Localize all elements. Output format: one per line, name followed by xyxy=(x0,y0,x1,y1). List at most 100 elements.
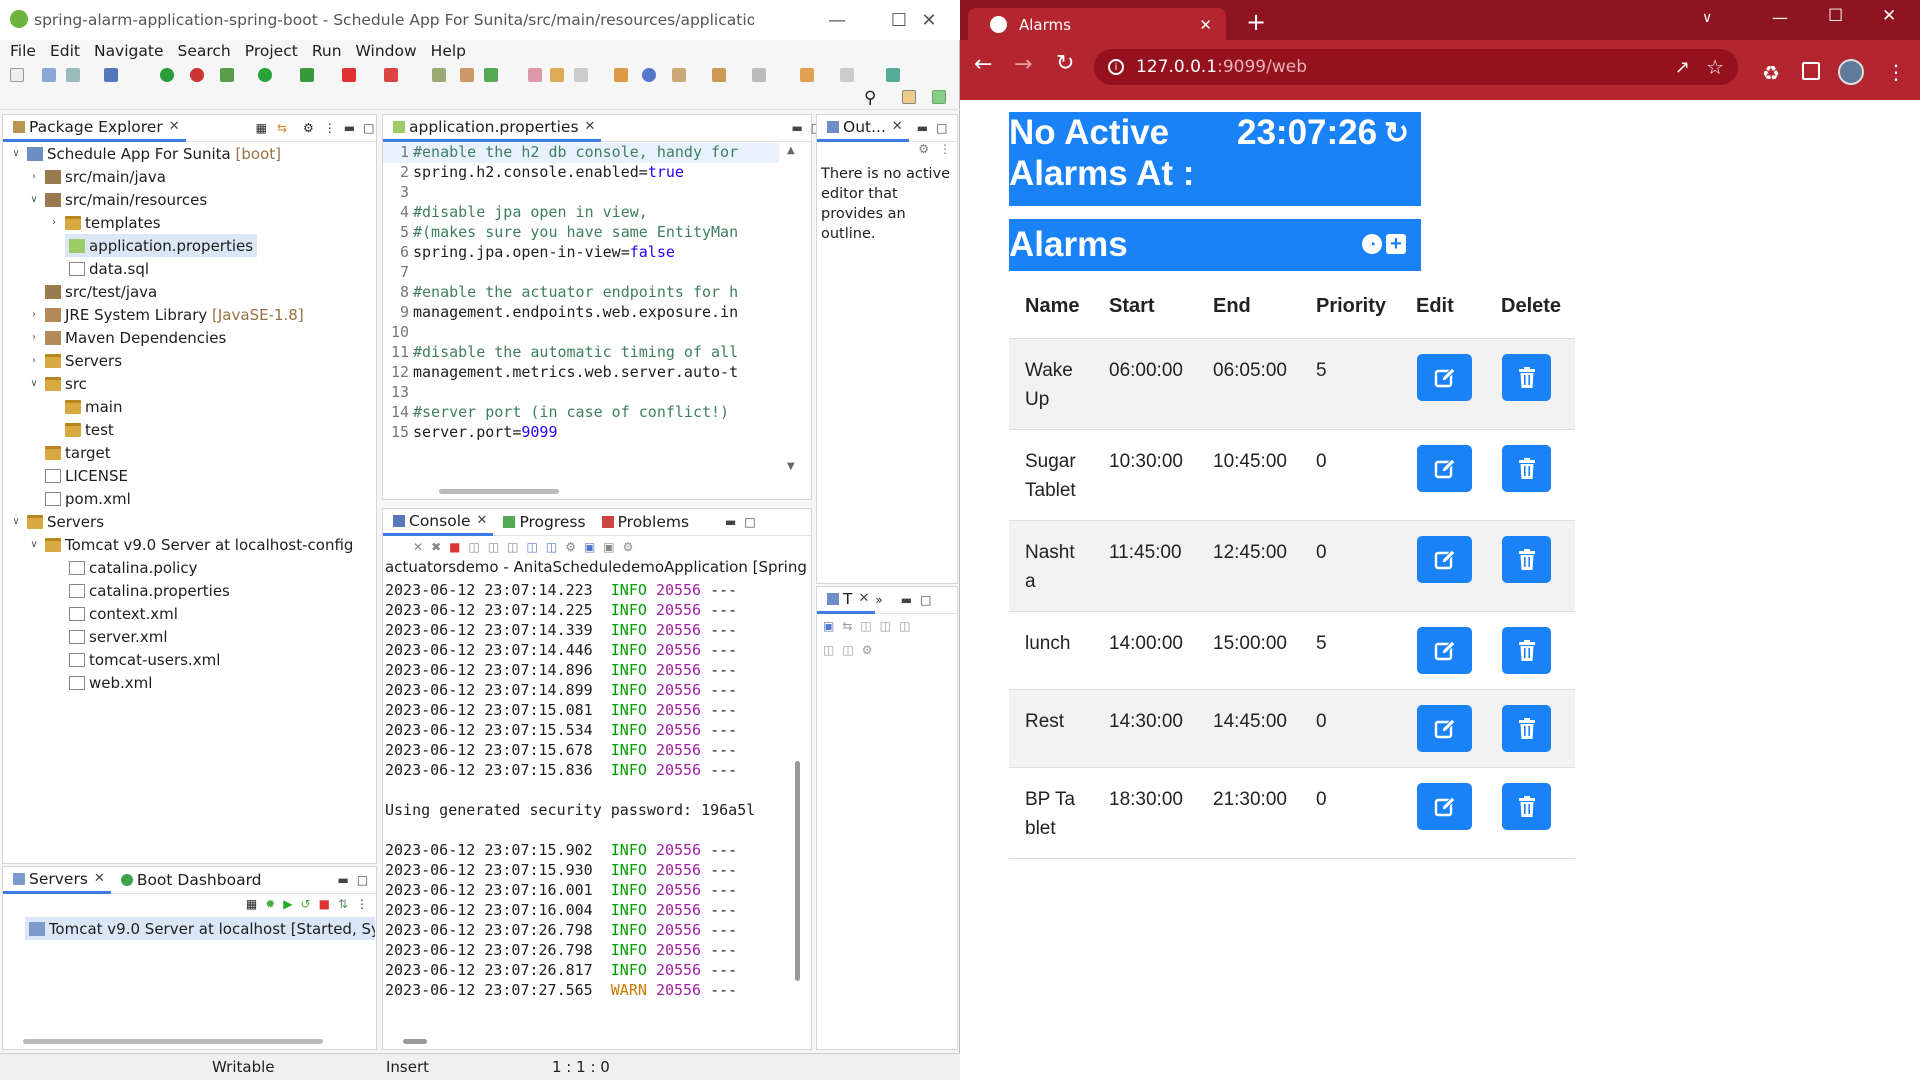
maximize-panel-icon[interactable]: □ xyxy=(744,515,755,529)
menu-help[interactable]: Help xyxy=(431,42,466,60)
menu-file[interactable]: File xyxy=(10,42,36,60)
menu-run[interactable]: Run xyxy=(312,42,342,60)
paste-icon[interactable]: ◫ xyxy=(880,619,891,633)
minimize-button[interactable]: — xyxy=(1772,8,1788,27)
minimize-panel-icon[interactable]: ▬ xyxy=(725,515,736,529)
relaunch-icon[interactable] xyxy=(190,68,204,82)
show-stderr-icon[interactable]: ◫ xyxy=(546,540,557,554)
minimize-panel-icon[interactable]: ▬ xyxy=(917,121,928,135)
link-editor-icon[interactable]: ⇆ xyxy=(277,121,287,135)
menu-project[interactable]: Project xyxy=(245,42,298,60)
scroll-down-icon[interactable]: ▼ xyxy=(787,461,795,472)
collapse-icon[interactable]: ▦ xyxy=(246,897,257,911)
delete-alarm-button[interactable] xyxy=(1502,445,1551,492)
bookmark-star-icon[interactable]: ☆ xyxy=(1706,55,1724,79)
settings-icon[interactable]: ⚙ xyxy=(918,142,929,162)
display-console-icon[interactable]: ▣ xyxy=(584,540,595,554)
tab-boot-dashboard[interactable]: Boot Dashboard xyxy=(111,867,268,894)
close-tab-icon[interactable]: ✕ xyxy=(892,119,903,134)
tab-application-properties[interactable]: application.properties ✕ xyxy=(383,115,602,142)
new-tab-button[interactable]: + xyxy=(1246,8,1266,36)
open-perspective-icon[interactable] xyxy=(902,90,916,104)
tree-item-catalina-policy[interactable]: catalina.policy xyxy=(65,556,197,579)
open-task-icon[interactable] xyxy=(550,68,564,82)
close-window-button[interactable]: ✕ xyxy=(1882,6,1896,26)
terminate-icon[interactable]: ■ xyxy=(449,540,460,554)
clock-icon[interactable]: ◔ xyxy=(1362,234,1382,254)
extensions-icon[interactable]: ♻ xyxy=(1762,61,1780,85)
wrap-icon[interactable]: ⇆ xyxy=(842,619,852,633)
view-menu-icon[interactable]: ⋮ xyxy=(356,897,368,911)
tree-item-tomcat-users-xml[interactable]: tomcat-users.xml xyxy=(65,648,220,671)
scroll-lock-icon[interactable]: ◫ xyxy=(488,540,499,554)
edit-alarm-button[interactable] xyxy=(1417,445,1472,492)
edit-alarm-button[interactable] xyxy=(1417,354,1472,401)
maximize-panel-icon[interactable]: □ xyxy=(357,873,368,887)
menu-navigate[interactable]: Navigate xyxy=(94,42,164,60)
search-icon[interactable]: ⚲ xyxy=(864,88,876,108)
close-tab-icon[interactable]: ✕ xyxy=(94,871,105,886)
tab-outline[interactable]: Out... ✕ xyxy=(817,115,909,142)
tab-search-icon[interactable]: ∨ xyxy=(1702,10,1712,26)
clear-console-icon[interactable]: ◫ xyxy=(468,540,479,554)
copy-icon[interactable]: ◫ xyxy=(860,619,871,633)
external-tools-icon[interactable] xyxy=(384,68,398,82)
tree-item-src-main-java[interactable]: › src/main/java xyxy=(27,165,166,188)
debug-icon[interactable] xyxy=(220,68,234,82)
tree-item-data-sql[interactable]: data.sql xyxy=(65,257,149,280)
add-alarm-button[interactable]: + xyxy=(1386,234,1406,254)
tree-item-servers-project[interactable]: ∨ Servers xyxy=(9,510,104,533)
close-window-button[interactable]: ✕ xyxy=(898,0,960,40)
tab-console[interactable]: Console ✕ xyxy=(383,509,494,536)
reload-icon[interactable]: ↻ xyxy=(1056,51,1074,76)
view-menu-icon[interactable]: ⋮ xyxy=(939,142,951,162)
menu-search[interactable]: Search xyxy=(178,42,231,60)
new-package-icon[interactable] xyxy=(432,68,446,82)
minimize-panel-icon[interactable]: ▬ xyxy=(901,593,912,607)
last-edit-icon[interactable] xyxy=(752,68,766,82)
tree-item-templates[interactable]: › templates xyxy=(47,211,161,234)
tab-servers[interactable]: Servers ✕ xyxy=(3,867,111,894)
show-stdout-icon[interactable]: ◫ xyxy=(527,540,538,554)
browser-menu-icon[interactable]: ⋮ xyxy=(1886,60,1906,84)
chevron-right-icon[interactable]: › xyxy=(27,309,41,320)
tab-package-explorer[interactable]: Package Explorer ✕ xyxy=(3,115,186,142)
copy-icon[interactable]: ◫ xyxy=(823,643,834,657)
chevron-down-icon[interactable]: ∨ xyxy=(27,378,41,389)
remove-launch-icon[interactable]: ✕ xyxy=(413,540,423,554)
coverage-icon[interactable] xyxy=(300,68,314,82)
stop-icon[interactable] xyxy=(342,68,356,82)
delete-alarm-button[interactable] xyxy=(1502,783,1551,830)
view-menu-icon[interactable]: ⋮ xyxy=(324,121,336,135)
terminal-icon[interactable] xyxy=(104,68,118,82)
search-tool-icon[interactable] xyxy=(574,68,588,82)
forward-icon[interactable] xyxy=(840,68,854,82)
collapse-all-icon[interactable]: ▦ xyxy=(256,121,267,135)
tree-item-web-xml[interactable]: web.xml xyxy=(65,671,152,694)
new-java-icon[interactable] xyxy=(484,68,498,82)
tree-item-jre[interactable]: › JRE System Library [JavaSE-1.8] xyxy=(27,303,304,326)
open-console-icon[interactable]: ▣ xyxy=(603,540,614,554)
edit-alarm-button[interactable] xyxy=(1417,705,1472,752)
profile-server-icon[interactable]: ↺ xyxy=(301,897,311,911)
share-icon[interactable]: ↗ xyxy=(1675,57,1690,78)
tab-problems[interactable]: Problems xyxy=(592,509,695,536)
close-tab-icon[interactable]: ✕ xyxy=(169,119,180,134)
chevron-right-icon[interactable]: › xyxy=(27,171,41,182)
paste-icon[interactable]: ◫ xyxy=(842,643,853,657)
next-annotation-icon[interactable] xyxy=(672,68,686,82)
tree-item-license[interactable]: LICENSE xyxy=(41,464,128,487)
chevron-down-icon[interactable]: ∨ xyxy=(27,539,41,550)
scroll-up-icon[interactable]: ▲ xyxy=(787,145,795,156)
link-icon[interactable]: ⚙ xyxy=(623,540,634,554)
menu-edit[interactable]: Edit xyxy=(50,42,80,60)
tree-item-src-test-java[interactable]: src/test/java xyxy=(41,280,157,303)
pin-console-icon[interactable]: ⚙ xyxy=(565,540,576,554)
publish-icon[interactable]: ⇅ xyxy=(338,897,348,911)
start-server-icon[interactable]: ▶ xyxy=(283,897,292,911)
tree-item-servers-folder[interactable]: › Servers xyxy=(27,349,122,372)
chevron-down-icon[interactable]: ∨ xyxy=(27,194,41,205)
pin-editor-icon[interactable] xyxy=(886,68,900,82)
chevron-right-icon[interactable]: › xyxy=(27,332,41,343)
chevron-right-icon[interactable]: › xyxy=(27,355,41,366)
